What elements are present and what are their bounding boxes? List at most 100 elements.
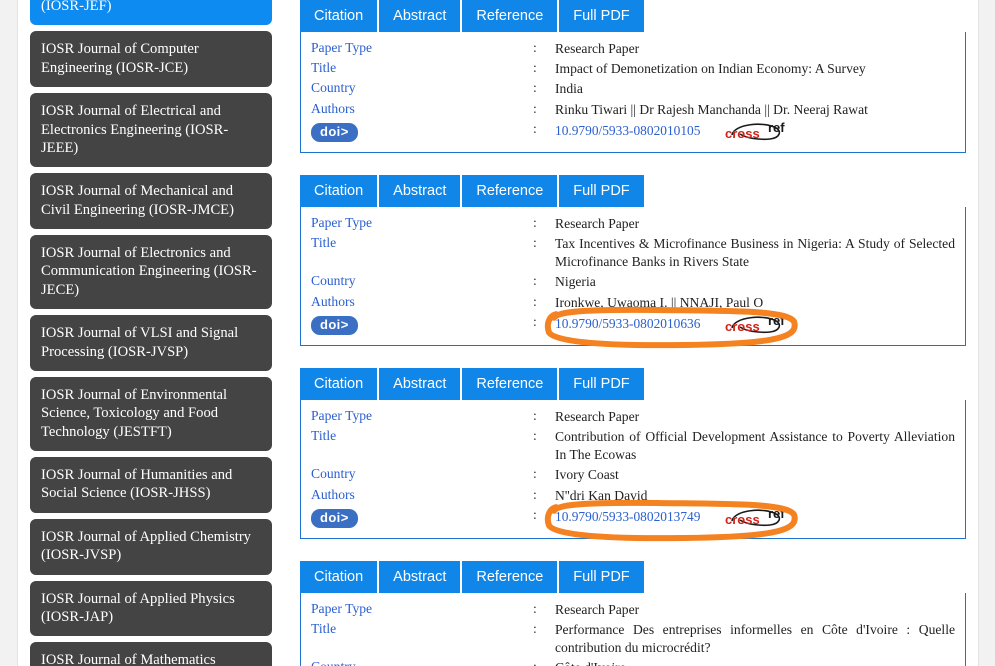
colon: : xyxy=(533,80,537,96)
doi-badge[interactable]: doi> xyxy=(311,315,358,336)
doi-link[interactable]: 10.9790/5933-0802010636 xyxy=(555,316,700,331)
tab-citation[interactable]: Citation xyxy=(300,0,380,32)
crossref-logo: cross ref xyxy=(724,313,796,335)
crossref-logo: cross ref xyxy=(724,506,796,528)
article-tab-bar: Citation Abstract Reference Full PDF xyxy=(300,174,966,207)
field-row-paper-type: Paper Type: Research Paper xyxy=(311,39,955,59)
colon: : xyxy=(533,60,537,76)
colon: : xyxy=(533,293,537,309)
article-details: Paper Type: Research Paper Title: Contribut… xyxy=(300,399,966,539)
value-title: Contribution of Official Development Ass… xyxy=(555,429,955,463)
svg-text:ref: ref xyxy=(768,313,785,328)
journals-sidebar: (IOSR-JEF) IOSR Journal of Computer Engin… xyxy=(30,0,272,666)
label-authors: Authors xyxy=(311,293,355,309)
sidebar-item-journal[interactable]: IOSR Journal of Environmental Science, T… xyxy=(30,376,272,451)
tab-full-pdf[interactable]: Full PDF xyxy=(559,174,644,207)
field-row-paper-type: Paper Type: Research Paper xyxy=(311,214,955,234)
sidebar-item-journal[interactable]: IOSR Journal of Applied Physics (IOSR-JA… xyxy=(30,580,272,637)
colon: : xyxy=(533,40,537,55)
label-paper-type: Paper Type xyxy=(311,600,373,616)
svg-text:cross: cross xyxy=(725,512,760,527)
colon: : xyxy=(533,506,537,522)
svg-text:cross: cross xyxy=(725,126,760,141)
field-row-paper-type: Paper Type: Research Paper xyxy=(311,407,955,427)
tab-reference[interactable]: Reference xyxy=(462,0,560,32)
colon: : xyxy=(533,214,537,230)
article-list: Citation Abstract Reference Full PDF Paper T… xyxy=(300,0,966,666)
tab-abstract[interactable]: Abstract xyxy=(379,560,463,593)
article-card: Citation Abstract Reference Full PDF Paper T… xyxy=(300,0,966,153)
colon: : xyxy=(533,486,537,502)
label-title: Title xyxy=(311,60,337,76)
doi-badge[interactable]: doi> xyxy=(311,122,358,143)
tab-abstract[interactable]: Abstract xyxy=(379,0,463,32)
svg-text:ref: ref xyxy=(768,506,785,521)
article-meta-table: Paper Type: Research Paper Title: Tax Incen… xyxy=(311,214,955,337)
label-country: Country xyxy=(311,658,533,666)
label-authors: Authors xyxy=(311,486,355,502)
value-paper-type: Research Paper xyxy=(555,215,640,231)
value-country: India xyxy=(555,81,583,97)
svg-text:cross: cross xyxy=(725,319,760,334)
tab-citation[interactable]: Citation xyxy=(300,560,380,593)
label-paper-type: Paper Type xyxy=(311,407,373,423)
tab-full-pdf[interactable]: Full PDF xyxy=(559,367,644,400)
tab-citation[interactable]: Citation xyxy=(300,174,380,207)
field-row-doi: doi>: 10.9790/5933-0802013749 cross ref xyxy=(311,506,955,530)
label-authors: Authors xyxy=(311,100,355,116)
tab-reference[interactable]: Reference xyxy=(462,560,560,593)
sidebar-item-journal[interactable]: IOSR Journal of Mathematics (IOSR-JM) xyxy=(30,642,272,666)
value-authors: N''dri Kan David xyxy=(555,487,648,503)
field-row-title: Title: Impact of Demonetization on Indian… xyxy=(311,59,955,79)
colon: : xyxy=(533,621,537,637)
label-country: Country xyxy=(311,466,356,482)
tab-reference[interactable]: Reference xyxy=(462,174,560,207)
article-details: Paper Type: Research Paper Title: Performan… xyxy=(300,592,966,666)
doi-link[interactable]: 10.9790/5933-0802010105 xyxy=(555,123,700,138)
sidebar-item-journal[interactable]: IOSR Journal of Humanities and Social Sc… xyxy=(30,457,272,513)
crossref-logo: cross ref xyxy=(724,120,796,142)
tab-full-pdf[interactable]: Full PDF xyxy=(559,0,644,32)
article-tab-bar: Citation Abstract Reference Full PDF xyxy=(300,560,966,593)
field-row-title: Title: Contribution of Official Developme… xyxy=(311,427,955,465)
value-title: Impact of Demonetization on Indian Econo… xyxy=(555,61,866,77)
colon: : xyxy=(533,313,537,329)
doi-link[interactable]: 10.9790/5933-0802013749 xyxy=(555,509,700,524)
sidebar-item-journal[interactable]: IOSR Journal of Electrical and Electroni… xyxy=(30,93,272,168)
tab-reference[interactable]: Reference xyxy=(462,367,560,400)
field-row-authors: Authors: N''dri Kan David xyxy=(311,486,955,506)
field-row-paper-type: Paper Type: Research Paper xyxy=(311,600,955,620)
colon: : xyxy=(533,407,537,423)
tab-abstract[interactable]: Abstract xyxy=(379,174,463,207)
field-row-doi: doi>: 10.9790/5933-0802010105 cross ref xyxy=(311,120,955,144)
field-row-authors: Authors: Rinku Tiwari || Dr Rajesh Mancha… xyxy=(311,100,955,120)
sidebar-item-journal[interactable]: IOSR Journal of Electronics and Communic… xyxy=(30,235,272,310)
tab-citation[interactable]: Citation xyxy=(300,367,380,400)
sidebar-item-journal[interactable]: IOSR Journal of Applied Chemistry (IOSR-… xyxy=(30,518,272,575)
article-tab-bar: Citation Abstract Reference Full PDF xyxy=(300,0,966,32)
sidebar-item-journal[interactable]: IOSR Journal of Computer Engineering (IO… xyxy=(30,31,272,88)
colon: : xyxy=(533,428,537,444)
sidebar-item-journal[interactable]: IOSR Journal of VLSI and Signal Processi… xyxy=(30,315,272,371)
value-authors: Rinku Tiwari || Dr Rajesh Manchanda || D… xyxy=(555,101,868,117)
tab-full-pdf[interactable]: Full PDF xyxy=(559,560,644,593)
colon: : xyxy=(533,658,555,666)
article-card: Citation Abstract Reference Full PDF Paper T… xyxy=(300,560,966,666)
field-row-authors: Authors: Ironkwe, Uwaoma I. || NNAJI, Pau… xyxy=(311,293,955,313)
doi-badge[interactable]: doi> xyxy=(311,508,358,529)
value-authors: Ironkwe, Uwaoma I. || NNAJI, Paul O xyxy=(555,294,764,310)
colon: : xyxy=(533,120,537,136)
field-row-country: Country: Nigeria xyxy=(311,272,955,292)
label-country: Country xyxy=(311,273,356,289)
tab-abstract[interactable]: Abstract xyxy=(379,367,463,400)
field-row-title: Title: Tax Incentives & Microfinance Busi… xyxy=(311,234,955,272)
svg-text:ref: ref xyxy=(768,120,785,135)
value-paper-type: Research Paper xyxy=(555,601,640,617)
label-paper-type: Paper Type xyxy=(311,214,373,230)
sidebar-item-journal[interactable]: IOSR Journal of Mechanical and Civil Eng… xyxy=(30,173,272,229)
sidebar-item-journal[interactable]: (IOSR-JEF) xyxy=(30,0,272,26)
article-card: Citation Abstract Reference Full PDF Paper T… xyxy=(300,367,966,542)
field-row-title: Title: Performance Des entreprises inform… xyxy=(311,620,955,658)
value-paper-type: Research Paper xyxy=(555,41,640,56)
article-meta-table: Paper Type: Research Paper Title: Performan… xyxy=(311,600,955,666)
